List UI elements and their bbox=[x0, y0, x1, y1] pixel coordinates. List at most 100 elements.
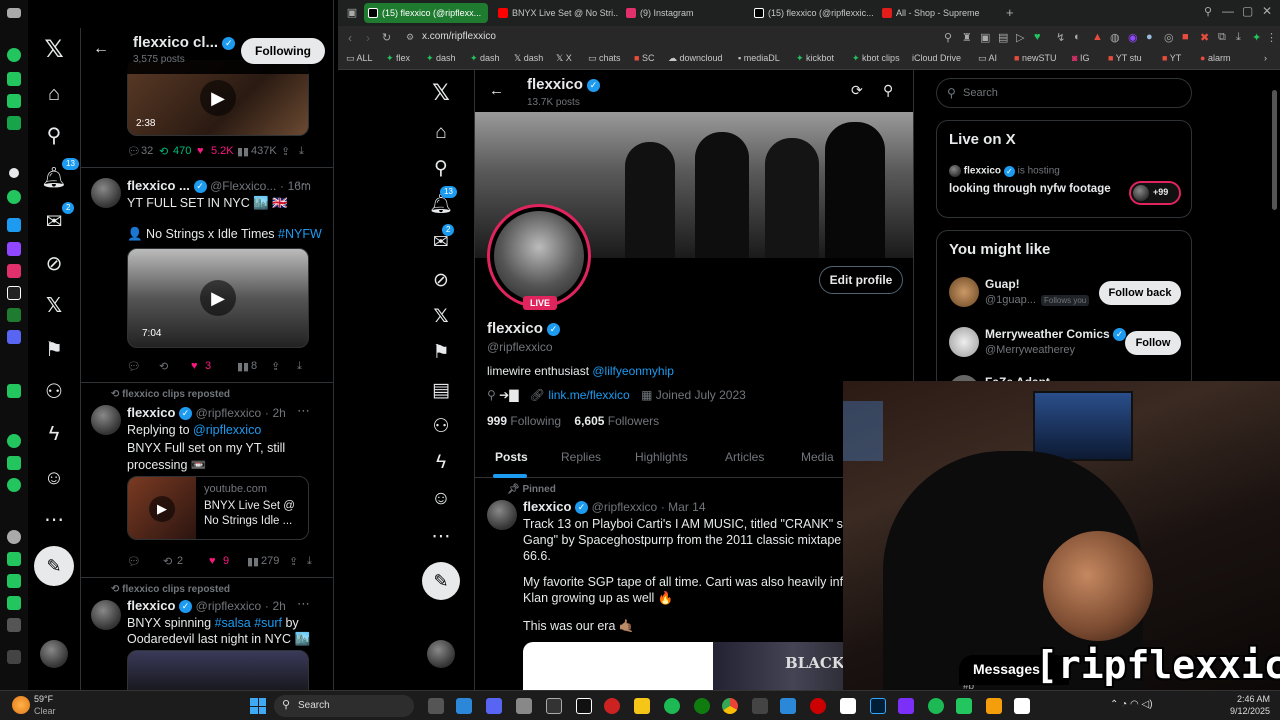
address-field[interactable]: x.com/ripflexxico bbox=[422, 31, 496, 42]
youtube-card[interactable]: ▶ youtube.com BNYX Live Set @ No Strings… bbox=[127, 476, 309, 540]
home-icon[interactable]: ⌂ bbox=[426, 118, 456, 148]
extension-icon[interactable]: ◐ bbox=[1074, 31, 1081, 43]
download-icon[interactable]: ⤓ bbox=[297, 360, 302, 373]
reply-icon[interactable]: 💬︎ bbox=[127, 360, 141, 373]
user-handle[interactable]: @Merryweatherey bbox=[985, 344, 1075, 356]
hashtag-salsa[interactable]: #salsa bbox=[215, 616, 251, 630]
bookmark-yt-stu[interactable]: ■ YT stu bbox=[1108, 53, 1142, 63]
following-count[interactable]: 999 bbox=[487, 414, 507, 428]
bookmark-newstu[interactable]: ■ newSTU bbox=[1014, 53, 1056, 63]
maximize-button[interactable]: ▢ bbox=[1242, 4, 1253, 18]
weather-icon[interactable] bbox=[12, 696, 30, 714]
bookmark-mediadl[interactable]: ▪ mediaDL bbox=[738, 53, 780, 63]
browser-menu-icon[interactable]: ⋮ bbox=[1266, 31, 1277, 44]
app-icon-4[interactable] bbox=[7, 116, 21, 130]
app-icon-10[interactable] bbox=[7, 456, 21, 470]
user-handle[interactable]: @1guap... bbox=[985, 294, 1036, 306]
hashtag-surf[interactable]: #surf bbox=[254, 616, 282, 630]
tab-5[interactable]: All - Shop - Supreme bbox=[878, 3, 1002, 23]
user-name[interactable]: Merryweather Comics bbox=[985, 327, 1110, 341]
extension-icon[interactable]: ♜ bbox=[962, 31, 972, 44]
new-tab-button[interactable]: + bbox=[1006, 5, 1014, 20]
chrome-icon[interactable] bbox=[722, 698, 738, 714]
profile-link[interactable]: link.me/flexxico bbox=[548, 388, 629, 402]
hashtag-nyfw[interactable]: #NYFW bbox=[278, 227, 322, 241]
app-icon[interactable] bbox=[928, 698, 944, 714]
tray-overflow-icon[interactable]: ⌃ bbox=[1110, 699, 1118, 710]
tab-articles[interactable]: Articles bbox=[725, 450, 764, 464]
app-icon-13[interactable] bbox=[7, 552, 21, 566]
taskbar-search[interactable]: ⚲ Search bbox=[274, 695, 414, 717]
bio-mention[interactable]: @lilfyeonmyhip bbox=[592, 364, 674, 378]
twitch-icon[interactable] bbox=[7, 242, 21, 256]
more-icon[interactable]: ⋯ bbox=[40, 506, 68, 534]
grok-icon[interactable]: ⊘ bbox=[40, 250, 68, 278]
account-avatar[interactable] bbox=[40, 640, 68, 668]
back-arrow-icon[interactable]: ← bbox=[93, 40, 109, 58]
bookmark-icloud[interactable]: iCloud Drive bbox=[912, 53, 961, 63]
app-icon-12[interactable] bbox=[7, 530, 21, 544]
follow-button[interactable]: Follow bbox=[1125, 331, 1181, 355]
search-icon[interactable]: ⚲ bbox=[883, 82, 893, 99]
app-icon[interactable] bbox=[898, 698, 914, 714]
app-icon[interactable] bbox=[546, 698, 562, 714]
messages-icon[interactable]: ✉ 2 bbox=[40, 202, 75, 236]
account-avatar[interactable] bbox=[427, 640, 455, 668]
menu-icon[interactable] bbox=[7, 8, 21, 18]
app-icon-16[interactable] bbox=[7, 618, 21, 632]
retweet-icon[interactable]: ⟲ bbox=[159, 145, 168, 158]
bookmark-yt[interactable]: ■ YT bbox=[1162, 53, 1181, 63]
tweet-4-name[interactable]: flexxico bbox=[127, 598, 175, 613]
spotify-icon[interactable] bbox=[664, 698, 680, 714]
app-icon-8[interactable] bbox=[7, 384, 21, 398]
explore-icon[interactable]: ⚲ bbox=[426, 154, 456, 184]
bookmark-downcloud[interactable]: ☁ downcloud bbox=[668, 53, 723, 64]
app-icon[interactable] bbox=[1014, 698, 1030, 714]
user-name[interactable]: Guap! bbox=[985, 277, 1020, 291]
premium-x-icon[interactable]: 𝕏 bbox=[40, 292, 68, 320]
search-tabs-icon[interactable]: ⚲ bbox=[1204, 5, 1212, 18]
extension-icon[interactable]: ↯ bbox=[1056, 31, 1065, 44]
bookmark-chats[interactable]: ▭ chats bbox=[588, 53, 621, 64]
pinned-handle[interactable]: @ripflexxico bbox=[592, 500, 658, 514]
verified-orgs-icon[interactable]: ϟ bbox=[426, 448, 456, 478]
app-icon-1[interactable] bbox=[7, 48, 21, 62]
notifications-icon[interactable]: 🔔︎ 13 bbox=[40, 158, 79, 192]
app-icon[interactable] bbox=[840, 698, 856, 714]
more-icon[interactable]: ⋯ bbox=[426, 522, 456, 552]
tweet-2-name[interactable]: flexxico ... bbox=[127, 178, 190, 193]
search-icon[interactable]: ⚲ bbox=[40, 122, 68, 150]
app-icon-6[interactable] bbox=[7, 190, 21, 204]
bookmark-dash-2[interactable]: ✦ dash bbox=[470, 53, 500, 64]
play-icon[interactable]: ▶ bbox=[149, 496, 175, 522]
tab-highlights[interactable]: Highlights bbox=[635, 450, 688, 464]
sidebar-search[interactable]: ⚲ Search bbox=[936, 78, 1192, 108]
tweet-4-time[interactable]: 2h bbox=[272, 599, 285, 613]
clock-date[interactable]: 9/12/2025 bbox=[1222, 706, 1270, 716]
compose-button[interactable]: ✎ bbox=[34, 546, 74, 586]
bookmark-kbot-clips[interactable]: ✦ kbot clips bbox=[852, 53, 900, 64]
tab-actions-icon[interactable]: ▣ bbox=[346, 6, 358, 19]
tab-4[interactable]: (15) flexxico (@ripflexxic... bbox=[750, 3, 874, 23]
opera-icon[interactable] bbox=[604, 698, 620, 714]
app-icon[interactable] bbox=[752, 698, 768, 714]
app-icon[interactable] bbox=[516, 698, 532, 714]
download-tray-icon[interactable]: ⤓ bbox=[1236, 31, 1241, 44]
share-icon[interactable]: ⇪ bbox=[289, 555, 298, 568]
xbox-icon[interactable] bbox=[694, 698, 710, 714]
bookmarks-icon[interactable]: ⚑ bbox=[426, 338, 456, 368]
followers-label[interactable]: Followers bbox=[608, 414, 659, 428]
play-icon[interactable]: ▶ bbox=[200, 280, 236, 316]
profile-extension-icon[interactable]: ✦ bbox=[1252, 31, 1261, 44]
tab-3[interactable]: (9) Instagram bbox=[622, 3, 746, 23]
file-explorer-icon[interactable] bbox=[634, 698, 650, 714]
bookmark-dash-1[interactable]: ✦ dash bbox=[426, 53, 456, 64]
refresh-icon[interactable]: ⟳ bbox=[851, 82, 863, 99]
more-options-icon[interactable]: ⋯ bbox=[297, 403, 310, 419]
bookmark-dash-3[interactable]: 𝕏 dash bbox=[514, 53, 543, 64]
bookmark-flex[interactable]: ✦ flex bbox=[386, 53, 410, 64]
tweet-3[interactable]: ⟲ flexxico clips reposted flexxico ✓ @ri… bbox=[81, 383, 333, 578]
premium-x-icon[interactable]: 𝕏 bbox=[426, 302, 456, 332]
app-icon[interactable] bbox=[456, 698, 472, 714]
pinned-avatar[interactable] bbox=[487, 500, 517, 530]
